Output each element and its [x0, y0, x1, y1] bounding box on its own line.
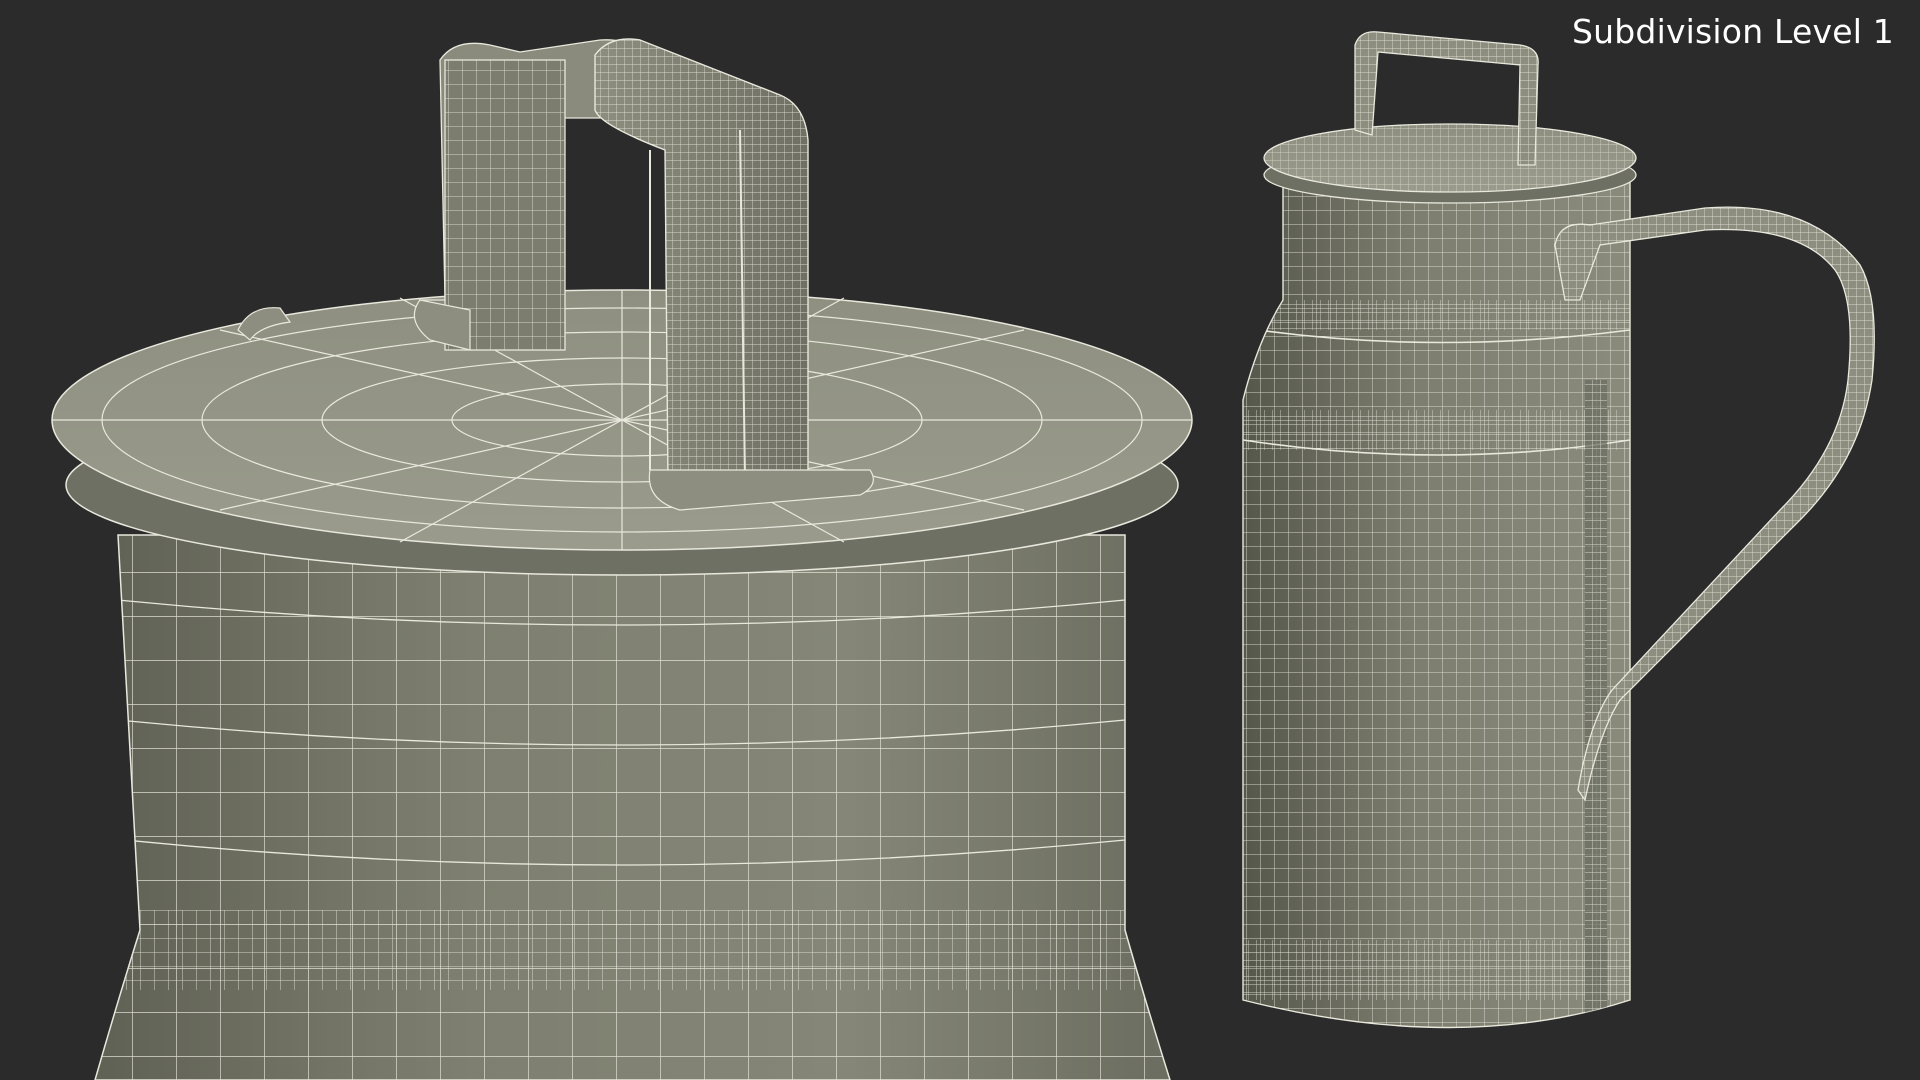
full-view-container: [1242, 31, 1875, 1029]
close-up-container: [51, 38, 1193, 1080]
subdivision-level-label: Subdivision Level 1: [1572, 12, 1894, 51]
render-scene: [51, 31, 1875, 1080]
render-viewport: Subdivision Level 1: [0, 0, 1920, 1080]
